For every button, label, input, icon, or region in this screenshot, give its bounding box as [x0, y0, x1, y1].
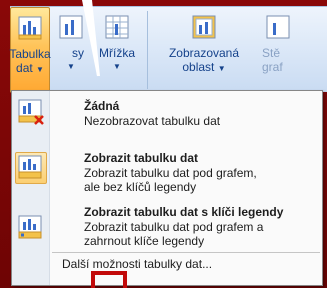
callout-pointer — [82, 0, 100, 77]
menu-item-desc-2: zahrnout klíče legendy — [84, 234, 205, 248]
menu-item-show-data-table[interactable]: Zobrazit tabulku dat Zobrazit tabulku da… — [12, 148, 322, 200]
menu-item-title: Žádná — [84, 99, 120, 113]
menu-item-desc-1: Zobrazit tabulku dat pod grafem, — [84, 166, 257, 180]
menu-item-none[interactable]: Žádná Nezobrazovat tabulku dat — [12, 94, 322, 132]
menu-item-title: Zobrazit tabulku dat — [84, 151, 198, 165]
data-table-menu: Žádná Nezobrazovat tabulku dat Zobrazit … — [11, 90, 323, 286]
data-table-legend-icon — [15, 212, 47, 244]
menu-separator — [52, 252, 320, 253]
no-data-table-icon — [15, 96, 47, 128]
menu-item-desc-1: Zobrazit tabulku dat pod grafem a — [84, 220, 264, 234]
data-table-icon — [15, 152, 47, 184]
more-data-table-options[interactable]: Další možnosti tabulky dat... — [62, 257, 212, 271]
menu-item-desc: Nezobrazovat tabulku dat — [84, 114, 221, 128]
menu-item-show-data-table-with-keys[interactable]: Zobrazit tabulku dat s klíči legendy Zob… — [12, 204, 322, 252]
menu-item-title: Zobrazit tabulku dat s klíči legendy — [84, 205, 284, 219]
menu-item-desc-2: ale bez klíčů legendy — [84, 180, 197, 194]
annotation-box — [91, 271, 127, 288]
